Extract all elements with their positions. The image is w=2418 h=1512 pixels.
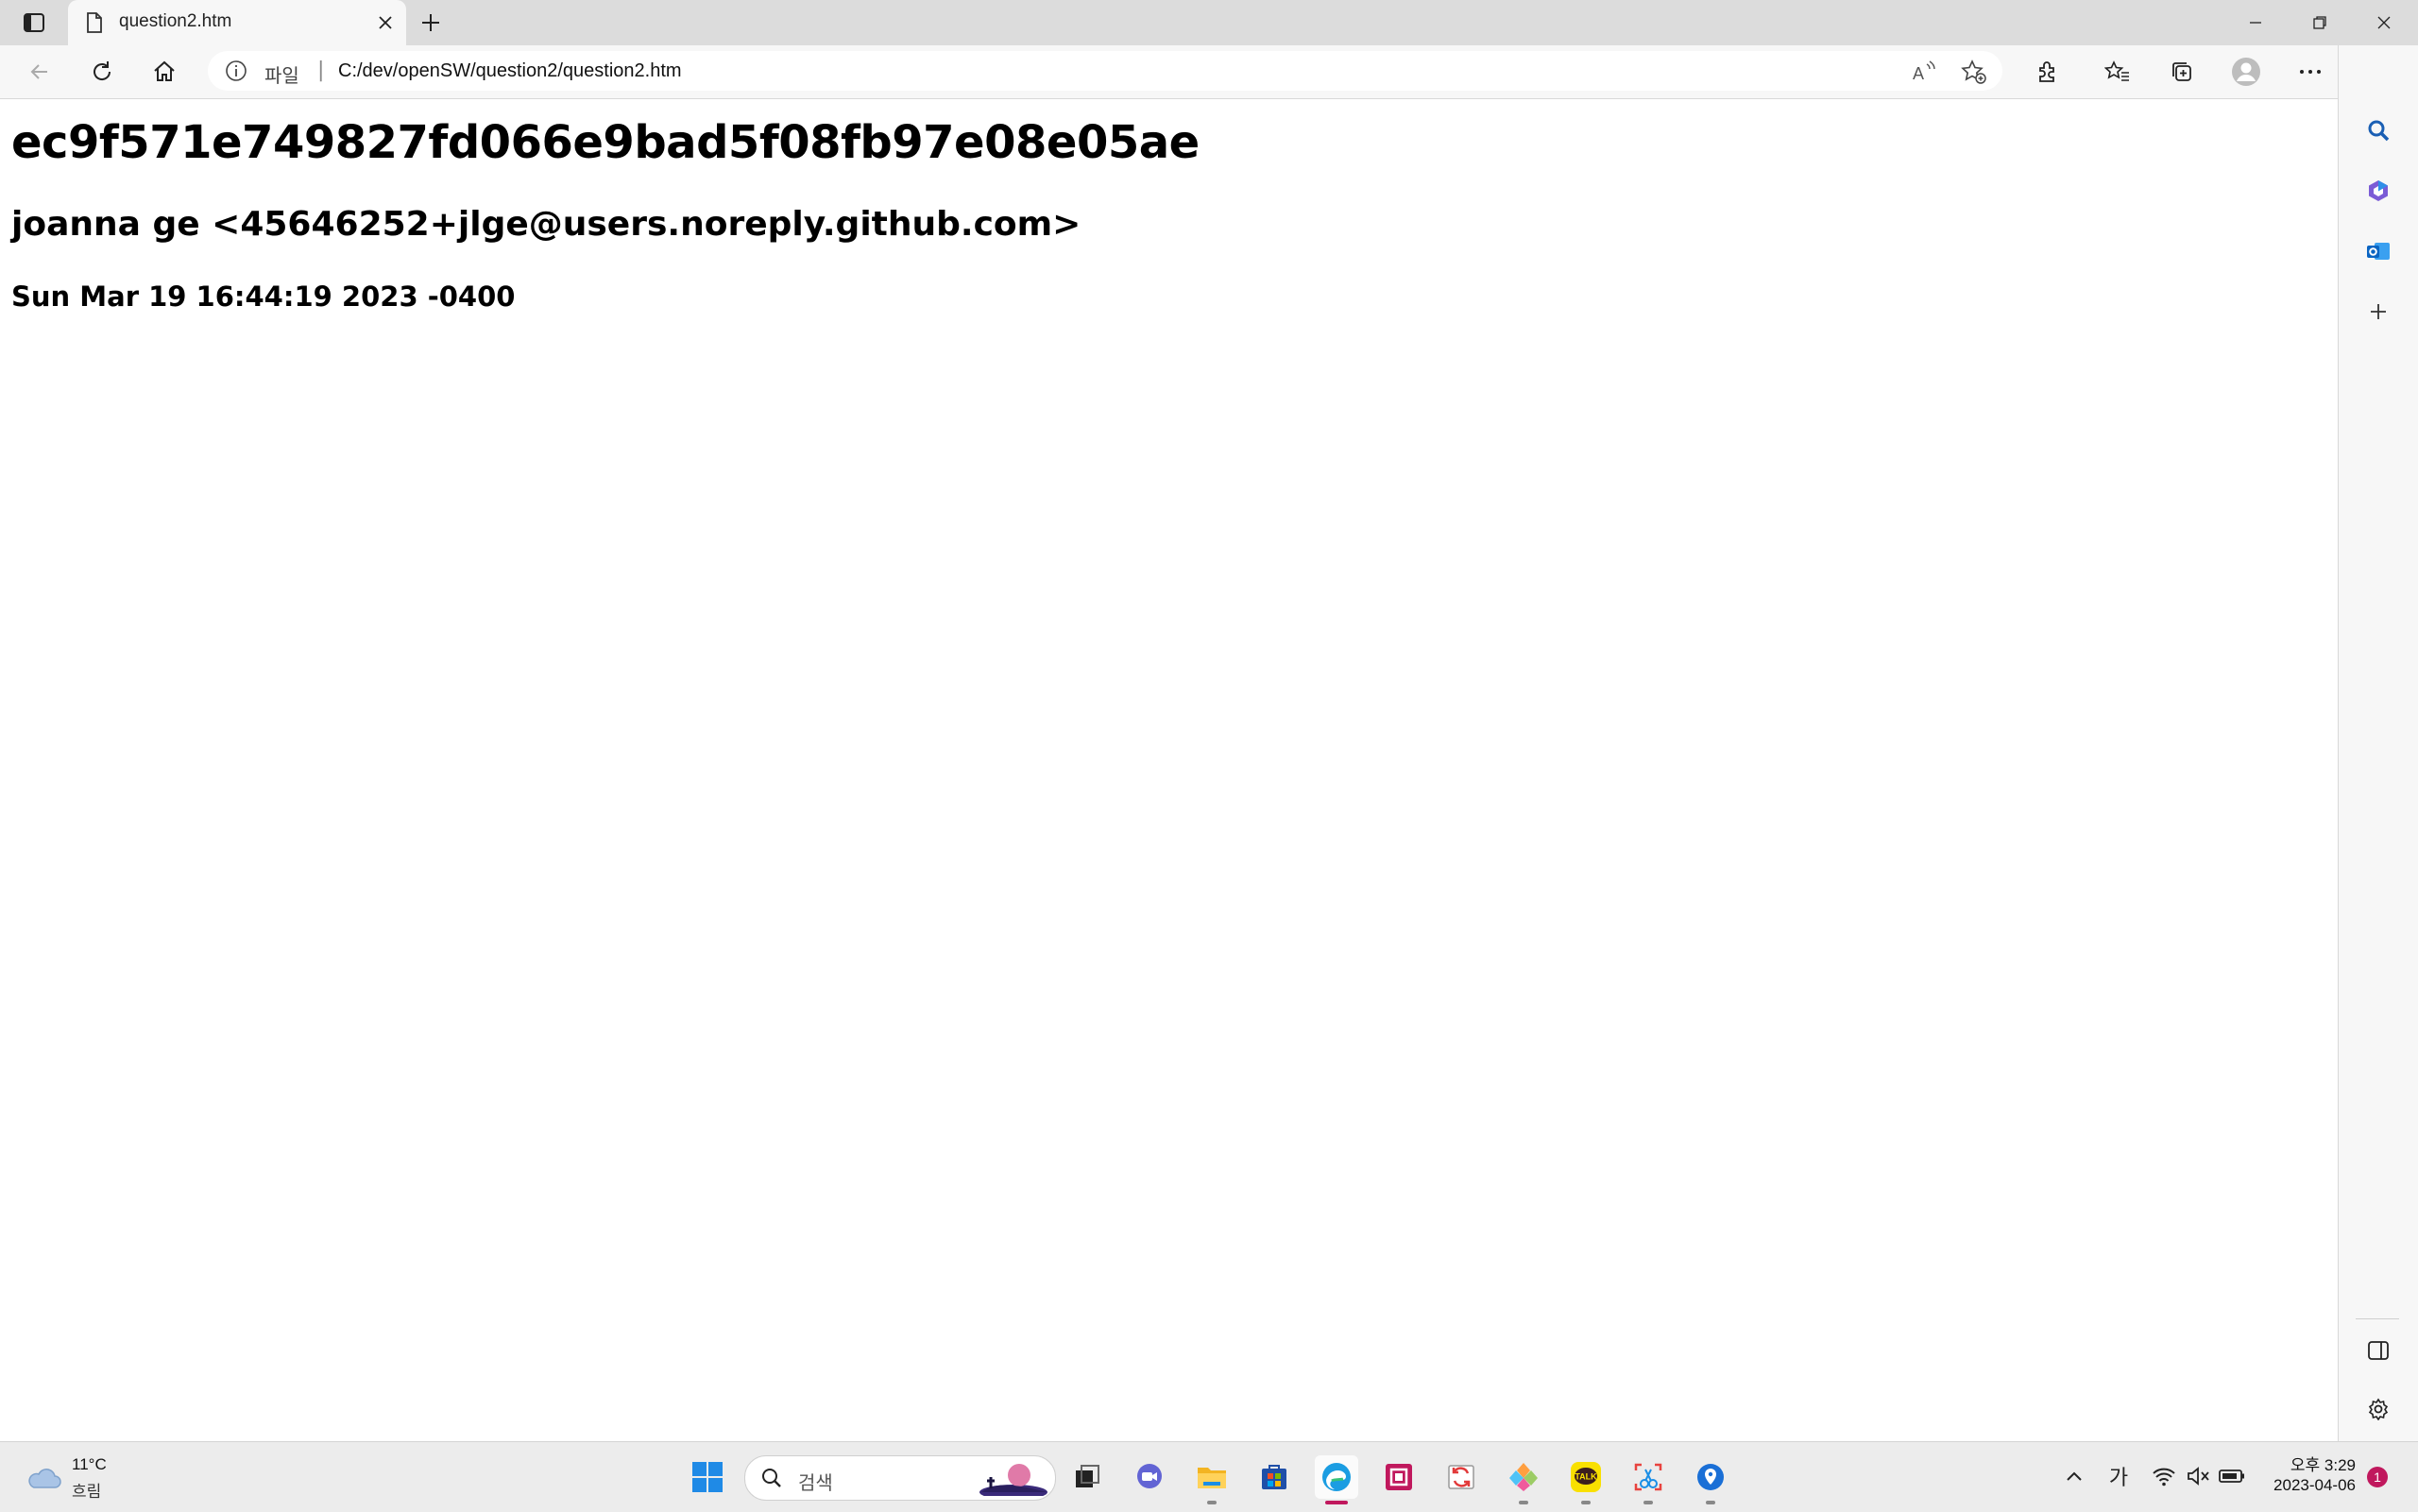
weather-temp: 11°C xyxy=(72,1455,107,1473)
search-highlight-image xyxy=(978,1460,1049,1500)
title-bar: question2.htm xyxy=(0,0,2418,45)
read-aloud-icon[interactable]: A xyxy=(1912,59,1938,85)
address-url[interactable]: C:/dev/openSW/question2/question2.htm xyxy=(338,60,682,82)
running-indicator xyxy=(1207,1501,1217,1504)
clock-time[interactable]: 오후 3:29 xyxy=(2261,1452,2356,1475)
app-red-square-icon[interactable] xyxy=(1377,1455,1421,1499)
sync-app-icon[interactable] xyxy=(1439,1455,1483,1499)
file-explorer-icon[interactable] xyxy=(1190,1455,1234,1504)
wifi-icon[interactable] xyxy=(2150,1459,2178,1493)
edge-browser-icon[interactable] xyxy=(1315,1455,1358,1504)
refresh-button[interactable] xyxy=(83,55,121,89)
start-button[interactable] xyxy=(686,1455,729,1499)
settings-gear-icon[interactable] xyxy=(2359,1390,2397,1428)
collections-icon[interactable] xyxy=(2163,55,2201,89)
favorites-icon[interactable] xyxy=(2099,55,2137,89)
svg-text:A: A xyxy=(1913,64,1924,83)
show-hidden-icons-chevron-up-icon[interactable] xyxy=(2061,1459,2087,1493)
outlook-icon[interactable] xyxy=(2359,232,2397,270)
svg-text:TALK: TALK xyxy=(1575,1472,1597,1482)
tab-question2[interactable]: question2.htm xyxy=(68,0,406,45)
address-bar[interactable]: 파일 | C:/dev/openSW/question2/question2.h… xyxy=(208,51,2002,91)
office-icon[interactable] xyxy=(2359,172,2397,210)
profile-avatar[interactable] xyxy=(2227,55,2265,89)
tab-actions-icon[interactable] xyxy=(19,9,49,36)
minimize-button[interactable] xyxy=(2235,8,2276,38)
ime-indicator[interactable]: 가 xyxy=(2104,1459,2133,1493)
active-indicator xyxy=(1325,1501,1348,1504)
close-window-button[interactable] xyxy=(2363,8,2405,38)
more-options-icon[interactable] xyxy=(2291,55,2329,89)
close-tab-icon[interactable] xyxy=(374,11,397,34)
notification-badge[interactable]: 1 xyxy=(2367,1467,2388,1487)
home-button[interactable] xyxy=(145,55,183,89)
teams-chat-icon[interactable] xyxy=(1128,1455,1171,1499)
battery-icon[interactable] xyxy=(2218,1459,2246,1493)
hide-sidebar-icon[interactable] xyxy=(2359,1332,2397,1369)
commit-date-heading: Sun Mar 19 16:44:19 2023 -0400 xyxy=(11,280,516,313)
search-placeholder: 검색 xyxy=(798,1471,833,1494)
commit-author-heading: joanna ge <45646252+jlge@users.noreply.g… xyxy=(11,205,1081,244)
taskbar: 11°C 흐림 검색 TALK 가 오후 3:29 2023-04-06 1 xyxy=(0,1441,2418,1512)
browser-toolbar: 파일 | C:/dev/openSW/question2/question2.h… xyxy=(0,45,2418,99)
kakaotalk-icon[interactable]: TALK xyxy=(1564,1455,1608,1504)
sidebar-divider xyxy=(2356,1318,2399,1319)
new-tab-button[interactable] xyxy=(416,9,446,36)
tab-title: question2.htm xyxy=(119,11,232,31)
snipping-tool-icon[interactable] xyxy=(1626,1455,1670,1504)
page-content: ec9f571e749827fd066e9bad5f08fb97e08e05ae… xyxy=(0,99,2337,1440)
cloud-icon xyxy=(25,1463,62,1495)
clock-date[interactable]: 2023-04-06 xyxy=(2261,1476,2356,1495)
address-separator: | xyxy=(317,59,325,82)
microsoft-store-icon[interactable] xyxy=(1252,1455,1296,1499)
taskbar-search[interactable]: 검색 xyxy=(744,1455,1056,1501)
file-icon xyxy=(83,11,106,34)
back-button[interactable] xyxy=(21,55,59,89)
weather-desc: 흐림 xyxy=(72,1483,102,1502)
add-sidebar-app-icon[interactable] xyxy=(2359,293,2397,331)
running-indicator xyxy=(1706,1501,1715,1504)
add-favorite-icon[interactable] xyxy=(1961,59,1987,85)
address-scheme-label: 파일 xyxy=(264,66,299,87)
search-icon[interactable] xyxy=(2359,111,2397,149)
volume-muted-icon[interactable] xyxy=(2184,1459,2212,1493)
restore-button[interactable] xyxy=(2299,8,2341,38)
task-view-icon[interactable] xyxy=(1065,1455,1109,1499)
diamond-app-icon[interactable] xyxy=(1502,1455,1545,1504)
weather-widget[interactable]: 11°C 흐림 xyxy=(25,1453,128,1503)
maps-pin-icon[interactable] xyxy=(1689,1455,1732,1504)
extensions-icon[interactable] xyxy=(2029,55,2067,89)
commit-hash-heading: ec9f571e749827fd066e9bad5f08fb97e08e05ae xyxy=(11,116,1200,169)
running-indicator xyxy=(1581,1501,1591,1504)
running-indicator xyxy=(1519,1501,1528,1504)
info-icon[interactable] xyxy=(225,59,247,82)
running-indicator xyxy=(1643,1501,1653,1504)
edge-sidebar xyxy=(2338,45,2418,1441)
search-icon xyxy=(760,1467,783,1493)
